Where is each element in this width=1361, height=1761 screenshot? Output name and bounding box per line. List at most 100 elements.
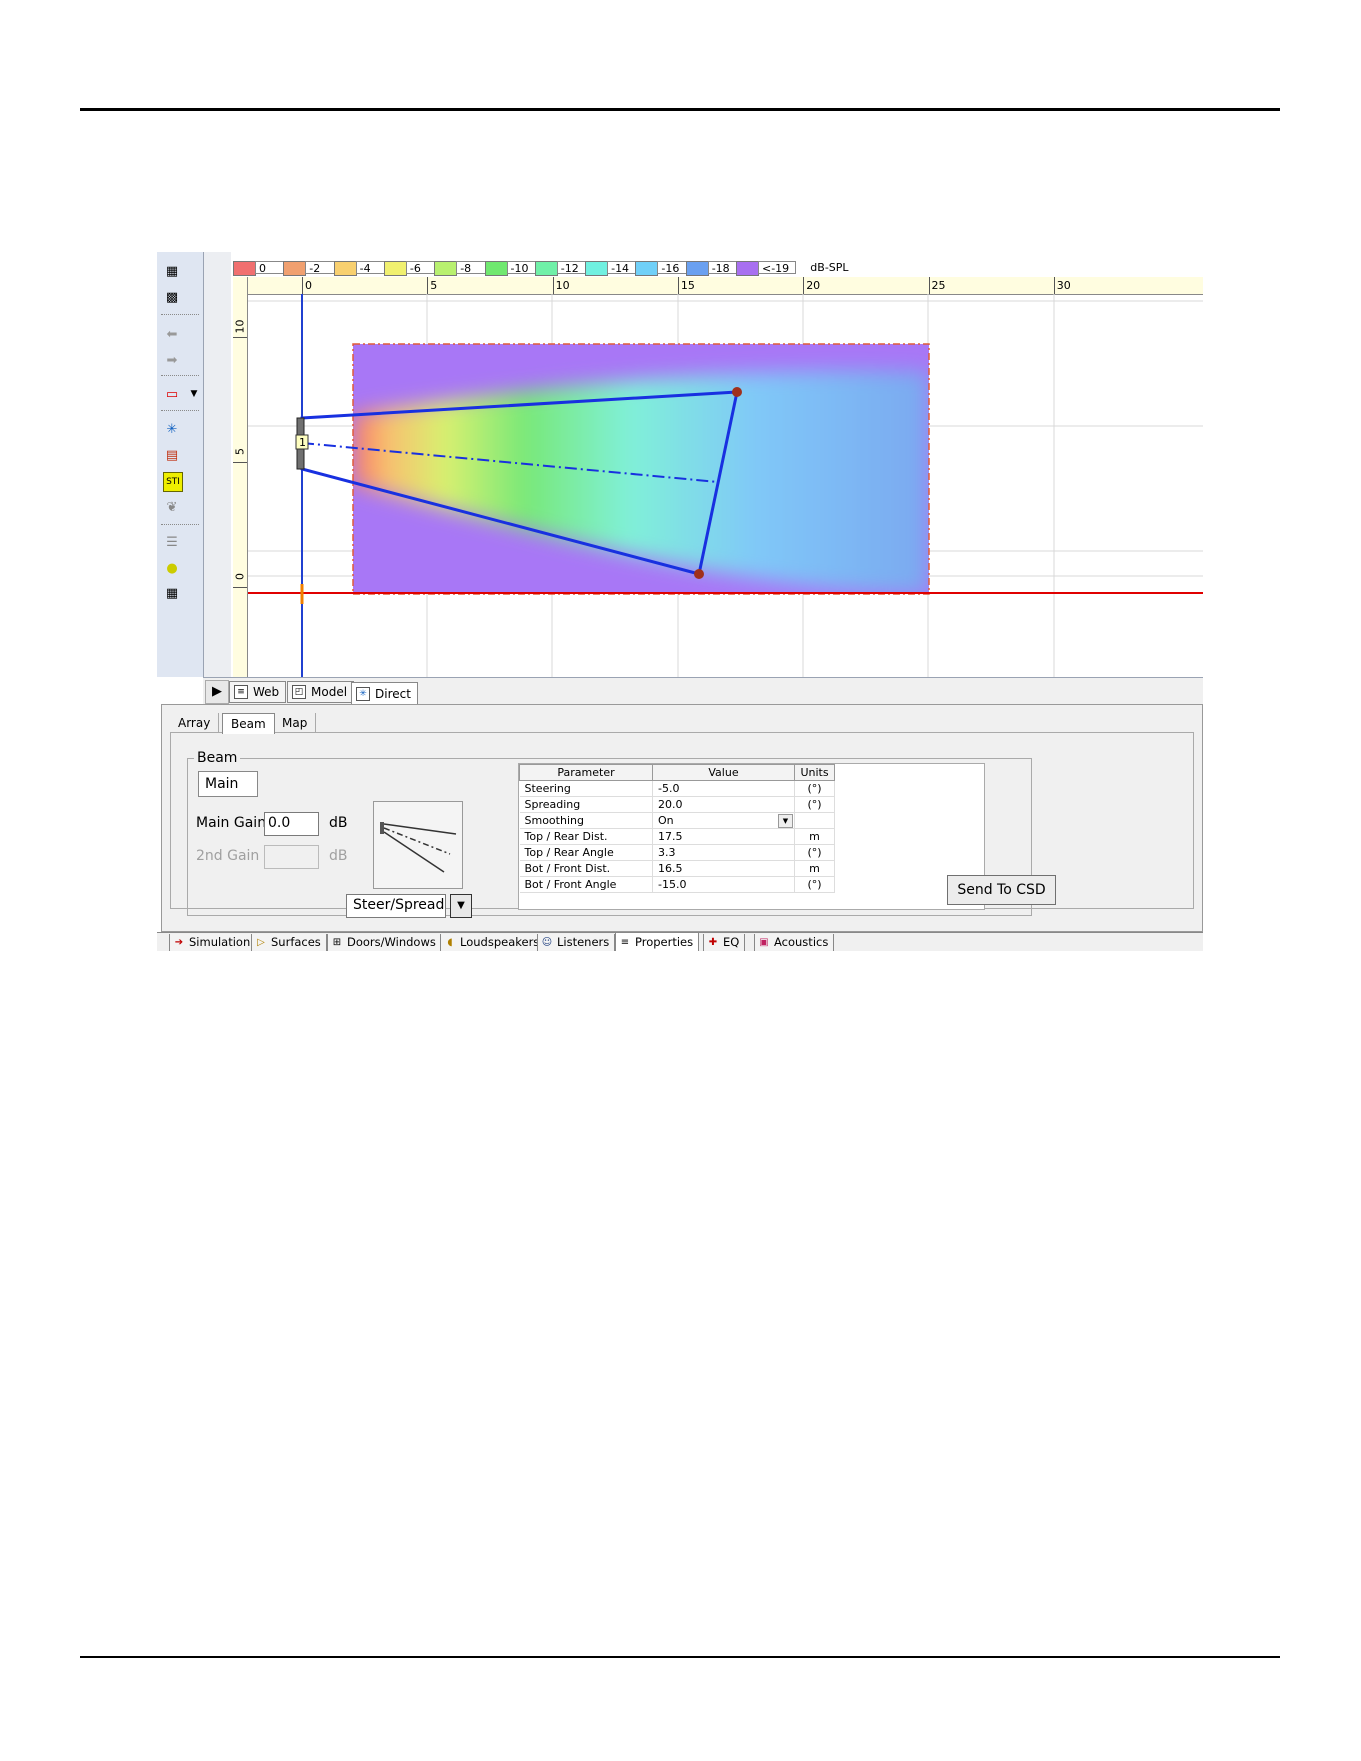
play-button[interactable]: ▶ <box>205 680 229 704</box>
tab-label: Doors/Windows <box>347 935 436 949</box>
unit-cell <box>794 812 835 829</box>
acoustics-icon: ▣ <box>759 937 769 948</box>
direct-icon: ✳ <box>356 686 370 701</box>
speaker-icon: ◖ <box>447 937 453 948</box>
tab-beam[interactable]: Beam <box>222 713 275 734</box>
column-header: Value <box>652 764 795 781</box>
main-gain-input[interactable]: 0.0 <box>264 812 319 836</box>
left-toolbar: ▦ ▩ ⬅ ➡ ▭ ▼ ✳ ▤ STI ❦ ☰ ● ▦ <box>157 252 204 677</box>
parameter-cell: Bot / Front Angle <box>519 876 653 893</box>
eq-icon: ✚ <box>708 937 718 948</box>
tab-label: Loudspeakers <box>460 935 540 949</box>
tab-label: Web <box>253 685 280 699</box>
color-legend: 0 -2 -4 -6 -8 -10 -12 -14 -16 -18 <-19 dB-SPL <box>233 261 1203 276</box>
shape-tool-icon[interactable]: ▭ <box>163 385 181 403</box>
document-icon: ≡ <box>620 937 630 948</box>
tab-model[interactable]: ◰ Model <box>287 681 355 703</box>
value-cell[interactable]: -15.0 <box>652 876 795 893</box>
tab-acoustics[interactable]: ▣ Acoustics <box>754 934 835 951</box>
column-header: Parameter <box>519 764 653 781</box>
window-icon: ⊞ <box>332 937 342 948</box>
tab-label: Listeners <box>557 935 610 949</box>
legend-swatch <box>685 261 709 276</box>
tab-loudspeakers[interactable]: ◖ Loudspeakers <box>440 934 546 951</box>
legend-swatch <box>484 261 508 276</box>
value-cell[interactable]: -5.0 <box>652 780 795 797</box>
properties-panel: Array Beam Map Beam Main Main Gain 0.0 dB … <box>161 704 1203 932</box>
ruler-x-tick: 30 <box>1053 277 1071 294</box>
model-icon: ◰ <box>292 685 306 699</box>
group-title: Beam <box>194 750 241 766</box>
surface-icon: ▷ <box>257 937 265 948</box>
speaker-pair-icon[interactable]: ▩ <box>163 288 181 306</box>
chevron-down-icon[interactable]: ▼ <box>778 814 793 828</box>
legend-swatch <box>333 261 357 276</box>
listener-icon: ☺ <box>541 937 553 948</box>
legend-swatch <box>585 261 609 276</box>
tab-listeners[interactable]: ☺ Listeners <box>537 934 616 951</box>
unit-cell: (°) <box>794 780 835 797</box>
table-row[interactable]: Bot / Front Dist. 16.5 m <box>519 860 835 877</box>
sti-icon[interactable]: STI <box>163 472 183 492</box>
value-cell[interactable]: 17.5 <box>652 828 795 845</box>
ruler-x-tick: 15 <box>677 277 695 294</box>
coverage-plot[interactable]: 1 <box>248 294 1203 677</box>
tab-surfaces[interactable]: ▷ Surfaces <box>251 934 327 951</box>
direct-map-icon[interactable]: ✳ <box>163 420 181 438</box>
tab-simulation[interactable]: ➔ Simulation <box>169 934 257 951</box>
table-row[interactable]: Top / Rear Dist. 17.5 m <box>519 828 835 845</box>
table-row[interactable]: Smoothing On ▼ <box>519 812 835 829</box>
tab-label: Acoustics <box>774 935 829 949</box>
speaker-marker: 1 <box>299 436 306 449</box>
legend-swatch <box>534 261 558 276</box>
toolbar-gutter <box>204 252 231 677</box>
sub-tab-main[interactable]: Main <box>198 771 258 797</box>
footer-rule <box>80 1656 1280 1658</box>
coverage-plot-svg: 1 <box>248 294 1203 677</box>
tab-map[interactable]: Map <box>274 713 317 733</box>
send-to-csd-button[interactable]: Send To CSD <box>947 875 1056 905</box>
vertical-ruler: 10 5 0 <box>233 277 248 677</box>
listen-icon[interactable]: ❦ <box>163 498 181 516</box>
layout-icon[interactable]: ▦ <box>163 262 181 280</box>
forward-arrow-icon[interactable]: ➡ <box>163 351 181 369</box>
layers-icon[interactable]: ☰ <box>163 533 181 551</box>
tab-label: Properties <box>635 935 694 949</box>
tab-doors-windows[interactable]: ⊞ Doors/Windows <box>327 934 442 951</box>
film-icon[interactable]: ▦ <box>163 584 181 602</box>
tab-eq[interactable]: ✚ EQ <box>703 934 746 951</box>
chevron-down-icon[interactable]: ▼ <box>185 385 203 403</box>
ruler-x-tick: 25 <box>928 277 946 294</box>
ruler-x-tick: 10 <box>552 277 570 294</box>
value-cell[interactable]: 16.5 <box>652 860 795 877</box>
legend-swatch <box>635 261 659 276</box>
mode-select-arrow[interactable]: ▼ <box>450 894 472 918</box>
back-arrow-icon[interactable]: ⬅ <box>163 325 181 343</box>
value-cell[interactable]: 20.0 <box>652 796 795 813</box>
parameter-table: Parameter Value Units Steering -5.0 (°) Spr… <box>518 763 985 910</box>
value-cell[interactable]: 3.3 <box>652 844 795 861</box>
ruler-y-tick: 0 <box>233 573 247 580</box>
beam-preview <box>373 801 463 889</box>
tab-direct[interactable]: ✳ Direct <box>351 682 418 705</box>
tab-label: Direct <box>375 686 411 701</box>
light-bulb-icon[interactable]: ● <box>163 559 181 577</box>
bottom-tab-bar: ➔ Simulation ▷ Surfaces ⊞ Doors/Windows ◖ Louds… <box>157 932 1203 951</box>
tab-label: Surfaces <box>271 935 321 949</box>
reflection-map-icon[interactable]: ▤ <box>163 446 181 464</box>
second-gain-input <box>264 845 319 869</box>
table-row[interactable]: Bot / Front Angle -15.0 (°) <box>519 876 835 893</box>
table-row[interactable]: Spreading 20.0 (°) <box>519 796 835 813</box>
table-row[interactable]: Top / Rear Angle 3.3 (°) <box>519 844 835 861</box>
unit-cell: (°) <box>794 796 835 813</box>
tab-array[interactable]: Array <box>170 713 220 733</box>
tab-web[interactable]: ≡ Web <box>229 681 287 703</box>
parameter-cell: Spreading <box>519 796 653 813</box>
column-header: Units <box>794 764 835 781</box>
tab-properties[interactable]: ≡ Properties <box>615 933 700 951</box>
mode-select[interactable]: Steer/Spread <box>346 894 446 918</box>
ruler-y-tick: 5 <box>233 448 247 455</box>
legend-swatch <box>383 261 407 276</box>
value-cell[interactable]: On ▼ <box>652 812 795 829</box>
table-row[interactable]: Steering -5.0 (°) <box>519 780 835 797</box>
